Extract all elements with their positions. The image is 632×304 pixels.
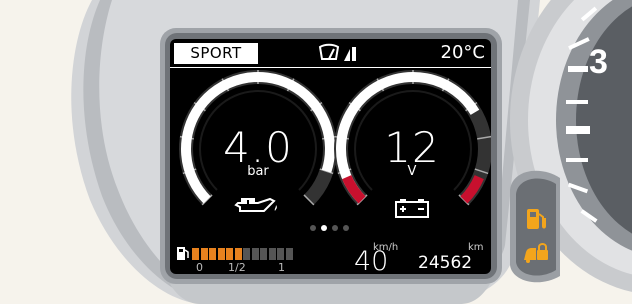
fuel-segment [243,248,250,260]
fuel-segment [277,248,284,260]
fuel-scale-empty: 0 [196,261,203,274]
battery-voltage-value: 12 [384,123,440,172]
page-dot[interactable] [310,225,316,231]
odometer-value: 24562 [418,253,473,273]
fuel-segment [192,248,199,260]
fuel-segment [226,248,233,260]
speedometer-digit: 3 [589,43,608,81]
page-dot[interactable] [321,225,327,231]
display-bottom-bar: 0 1/2 1 km/h 40 km 24562 [170,242,491,274]
battery-voltage-unit: V [407,164,417,179]
fuel-pump-icon [176,245,190,261]
page-dot[interactable] [332,225,338,231]
fuel-segment [268,248,276,260]
cruise-lock-icon [522,240,550,264]
speed-value: 40 [354,246,389,274]
fuel-segment [200,248,208,260]
fuel-scale-full: 1 [278,261,285,274]
oil-pressure-unit: bar [247,164,269,179]
fuel-scale-half: 1/2 [228,261,246,274]
instrument-display: SPORT 20°C 4.0 bar 12 V 0 1/2 1 km/h 40 … [170,39,491,274]
fuel-segment [260,248,267,260]
odometer-unit: km [468,242,484,253]
fuel-segment [285,248,293,260]
oil-pressure-value: 4.0 [223,123,293,172]
page-dot[interactable] [343,225,349,231]
oil-can-icon [234,195,280,217]
fuel-segment [251,248,259,260]
fuel-segment [217,248,225,260]
fuel-warning-icon [524,206,548,232]
battery-icon [394,197,430,219]
fuel-segment [234,248,242,260]
fuel-segment [209,248,216,260]
